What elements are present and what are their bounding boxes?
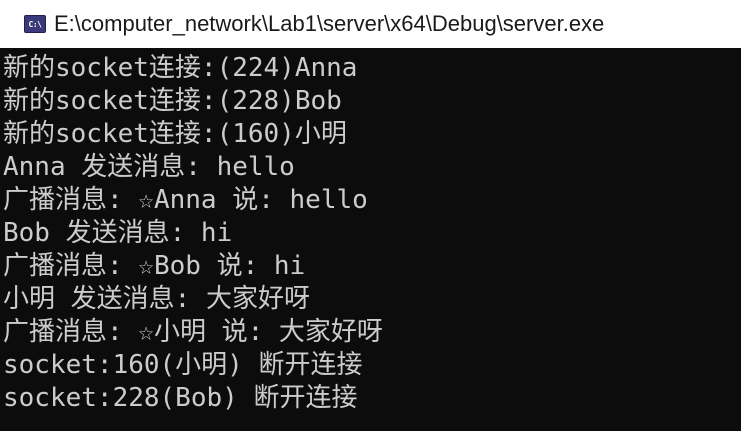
console-output[interactable]: 新的socket连接:(224)Anna 新的socket连接:(228)Bob… bbox=[0, 52, 741, 431]
console-line: socket:160(小明) 断开连接 bbox=[3, 350, 363, 380]
console-line: Anna 发送消息: hello bbox=[3, 152, 295, 182]
console-window: C:\ E:\computer_network\Lab1\server\x64\… bbox=[0, 0, 741, 431]
console-line: socket:228(Bob) 断开连接 bbox=[3, 383, 358, 413]
window-title: E:\computer_network\Lab1\server\x64\Debu… bbox=[54, 11, 605, 36]
console-line: 广播消息: ☆Bob 说: hi bbox=[3, 251, 306, 281]
console-line: 广播消息: ☆小明 说: 大家好呀 bbox=[3, 317, 383, 347]
console-line: Bob 发送消息: hi bbox=[3, 218, 233, 248]
title-bar[interactable]: C:\ E:\computer_network\Lab1\server\x64\… bbox=[0, 0, 741, 48]
console-line: 广播消息: ☆Anna 说: hello bbox=[3, 185, 368, 215]
console-line: 新的socket连接:(160)小明 bbox=[3, 119, 347, 149]
console-line: 新的socket连接:(224)Anna bbox=[3, 53, 358, 83]
console-app-icon-text: C:\ bbox=[28, 19, 42, 29]
console-line: 新的socket连接:(228)Bob bbox=[3, 86, 342, 116]
console-app-icon[interactable]: C:\ bbox=[24, 15, 46, 33]
console-line: 小明 发送消息: 大家好呀 bbox=[3, 284, 310, 314]
